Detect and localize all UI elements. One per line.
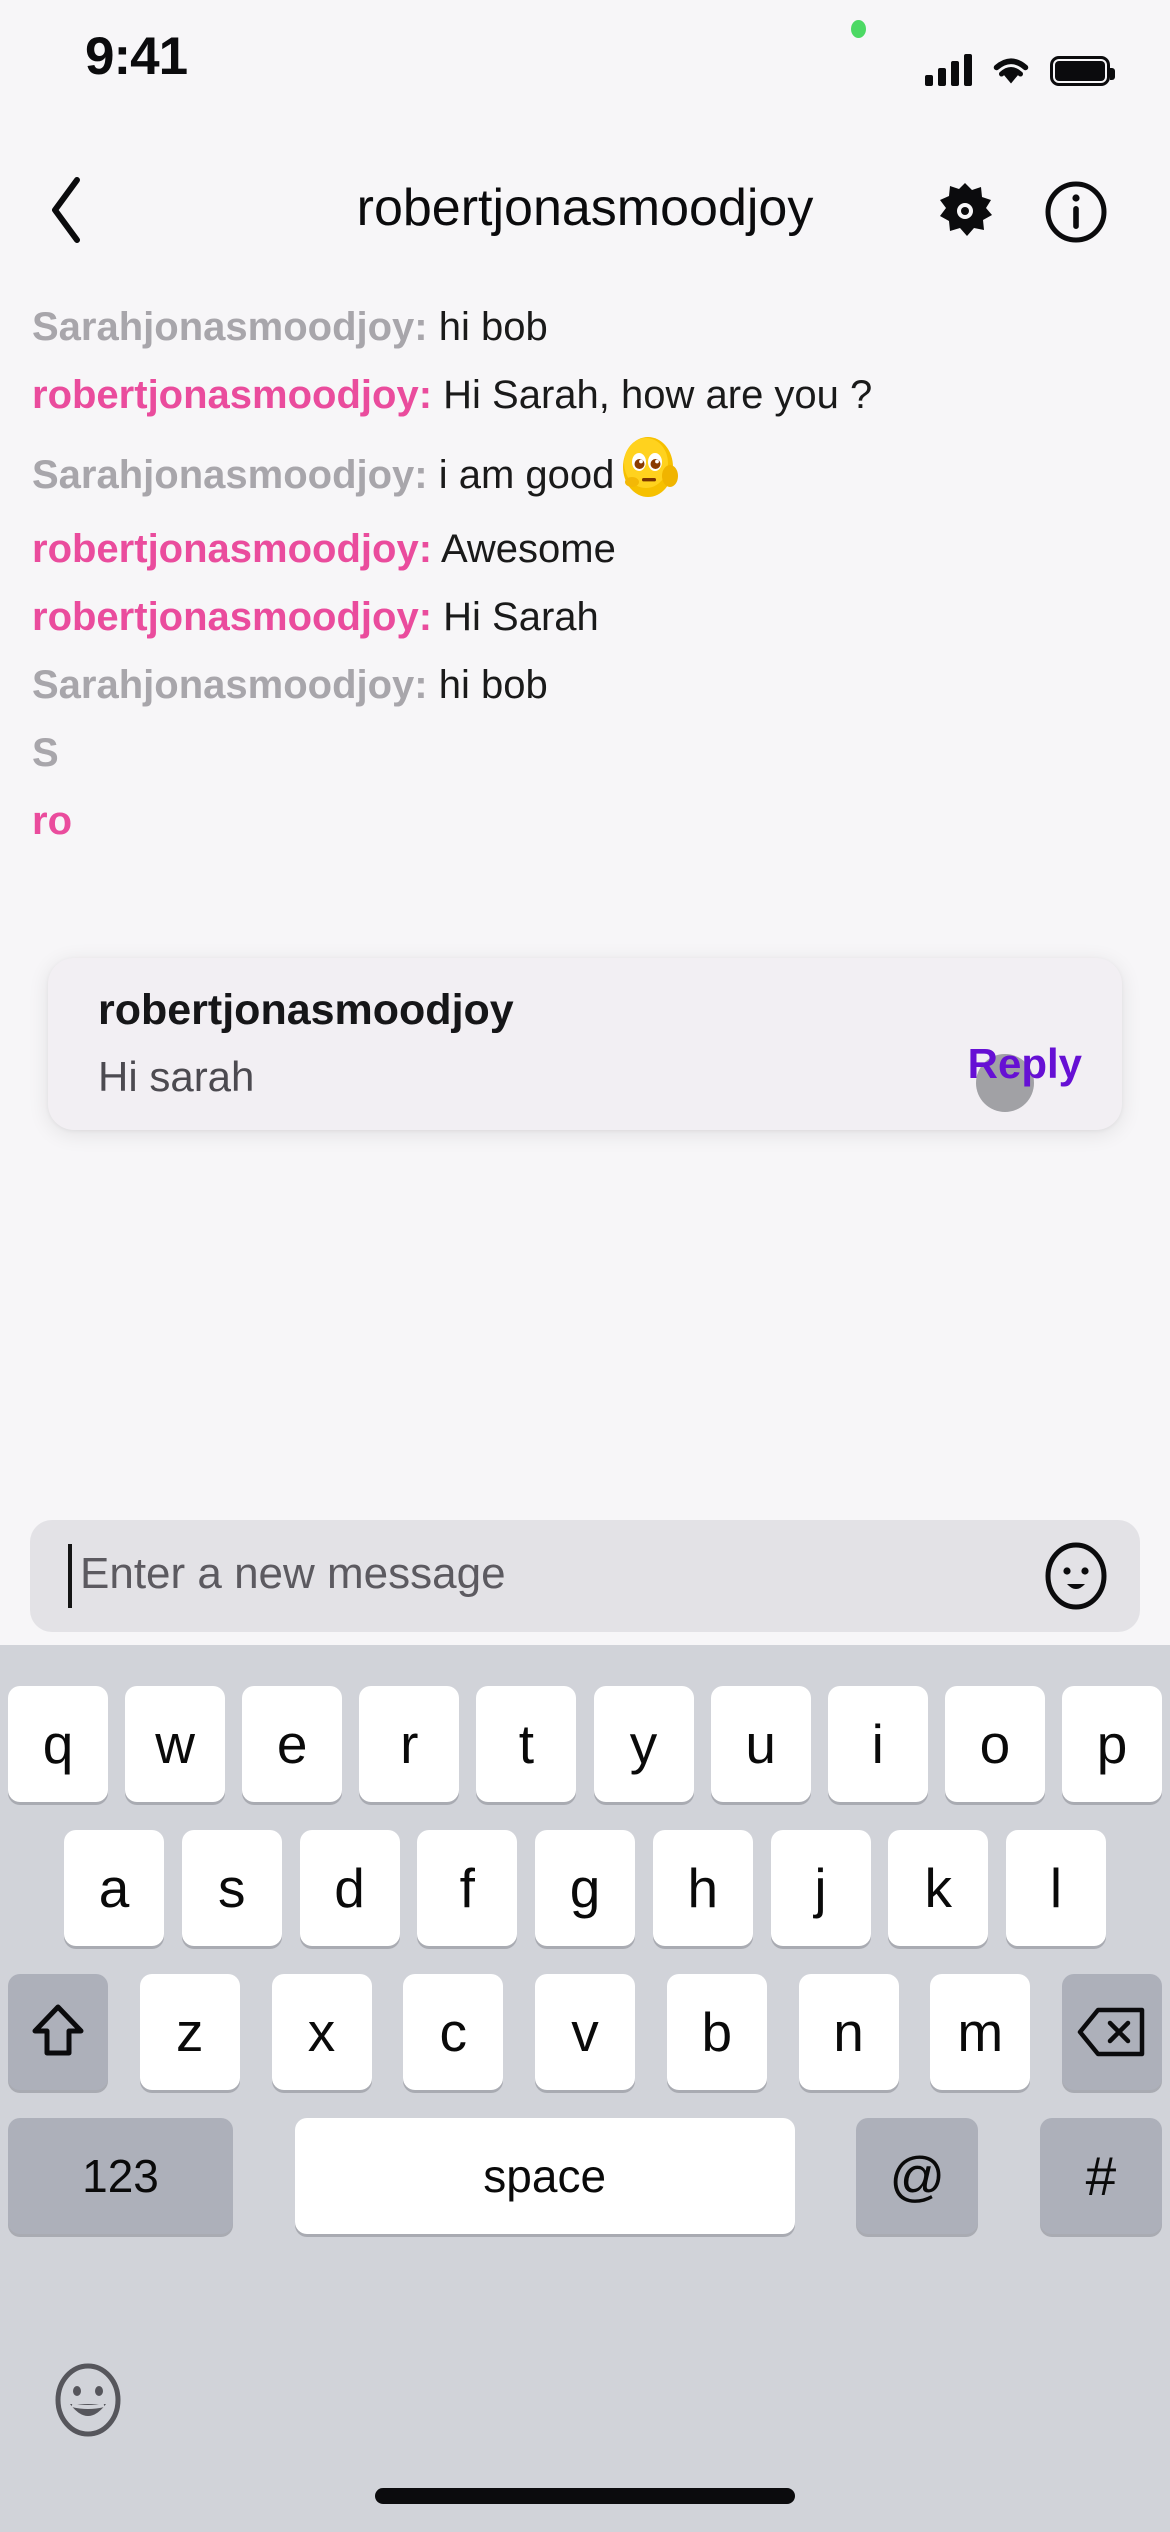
key-y[interactable]: y bbox=[593, 1686, 694, 1802]
notification-card[interactable]: robertjonasmoodjoy Hi sarah Reply bbox=[48, 958, 1122, 1130]
shift-key[interactable] bbox=[8, 1974, 108, 2090]
key-l[interactable]: l bbox=[1006, 1830, 1106, 1946]
message-input-placeholder: Enter a new message bbox=[80, 1549, 506, 1598]
key-i[interactable]: i bbox=[827, 1686, 928, 1802]
navigation-bar: robertjonasmoodjoy bbox=[0, 150, 1170, 270]
keyboard-row-3: z x c v b n m bbox=[0, 1974, 1170, 2090]
message-row[interactable]: Sarahjonasmoodjoy: hi bob bbox=[32, 304, 1138, 350]
hash-key[interactable]: # bbox=[1039, 2118, 1162, 2234]
key-g[interactable]: g bbox=[535, 1830, 635, 1946]
key-s[interactable]: s bbox=[181, 1830, 282, 1946]
smiling-face-emoji bbox=[622, 436, 679, 498]
key-w[interactable]: w bbox=[125, 1686, 226, 1802]
message-row-occluded[interactable]: ro bbox=[32, 798, 1138, 844]
keyboard-row-1: q w e r t y u i o p bbox=[0, 1686, 1170, 1802]
key-x[interactable]: x bbox=[271, 1974, 372, 2090]
at-key[interactable]: @ bbox=[856, 2118, 979, 2234]
key-u[interactable]: u bbox=[710, 1686, 811, 1802]
info-button[interactable] bbox=[1045, 181, 1107, 243]
message-sender: ro bbox=[32, 799, 72, 843]
message-row[interactable]: robertjonasmoodjoy: Hi Sarah bbox=[32, 594, 1138, 640]
message-sender: Sarahjonasmoodjoy: bbox=[32, 453, 428, 497]
key-m[interactable]: m bbox=[930, 1974, 1031, 2090]
backspace-icon bbox=[1077, 2007, 1145, 2057]
cellular-signal-icon bbox=[925, 54, 972, 86]
message-sender: S bbox=[32, 731, 59, 775]
on-screen-keyboard[interactable]: q w e r t y u i o p a s d f g h j k l z … bbox=[0, 1645, 1170, 2532]
shift-arrow-icon bbox=[32, 2004, 84, 2056]
message-input-bar[interactable]: Enter a new message bbox=[30, 1520, 1140, 1632]
status-bar-time: 9:41 bbox=[85, 27, 188, 86]
message-sender: robertjonasmoodjoy: bbox=[32, 373, 433, 417]
reply-button[interactable]: Reply bbox=[968, 1040, 1082, 1088]
message-text: Hi Sarah, how are you ? bbox=[443, 373, 873, 417]
backspace-key[interactable] bbox=[1062, 1974, 1162, 2090]
message-row[interactable]: robertjonasmoodjoy: Hi Sarah, how are yo… bbox=[32, 372, 1138, 418]
emoji-picker-button[interactable] bbox=[1042, 1542, 1110, 1610]
notification-body: Hi sarah bbox=[98, 1053, 255, 1100]
key-h[interactable]: h bbox=[652, 1830, 753, 1946]
key-e[interactable]: e bbox=[242, 1686, 343, 1802]
key-k[interactable]: k bbox=[888, 1830, 989, 1946]
numbers-key[interactable]: 123 bbox=[8, 2118, 233, 2234]
text-cursor bbox=[68, 1544, 72, 1608]
key-c[interactable]: c bbox=[403, 1974, 504, 2090]
status-bar-icons bbox=[925, 46, 1115, 86]
wifi-icon bbox=[990, 54, 1032, 86]
phone-screen: 9:41 robertjonasmoodjoy Sarahjonasmoodjo… bbox=[0, 0, 1170, 2532]
key-n[interactable]: n bbox=[798, 1974, 899, 2090]
message-row[interactable]: Sarahjonasmoodjoy: hi bob bbox=[32, 662, 1138, 708]
message-list[interactable]: Sarahjonasmoodjoy: hi bob robertjonasmoo… bbox=[0, 290, 1170, 1490]
message-text: hi bob bbox=[438, 305, 548, 349]
message-text: Awesome bbox=[440, 527, 616, 571]
key-r[interactable]: r bbox=[359, 1686, 460, 1802]
key-v[interactable]: v bbox=[535, 1974, 635, 2090]
message-sender: Sarahjonasmoodjoy: bbox=[32, 305, 428, 349]
message-sender: Sarahjonasmoodjoy: bbox=[32, 663, 428, 707]
message-row[interactable]: robertjonasmoodjoy: Awesome bbox=[32, 526, 1138, 572]
key-z[interactable]: z bbox=[139, 1974, 240, 2090]
key-q[interactable]: q bbox=[8, 1686, 108, 1802]
key-a[interactable]: a bbox=[64, 1830, 164, 1946]
key-o[interactable]: o bbox=[944, 1686, 1045, 1802]
key-b[interactable]: b bbox=[666, 1974, 767, 2090]
battery-icon bbox=[1050, 56, 1115, 86]
key-t[interactable]: t bbox=[476, 1686, 577, 1802]
emoji-keyboard-button[interactable] bbox=[48, 2360, 128, 2440]
recording-indicator-dot bbox=[851, 20, 866, 38]
smiley-face-icon bbox=[1045, 1542, 1107, 1610]
settings-button[interactable] bbox=[934, 181, 996, 243]
info-circle-icon bbox=[1045, 181, 1107, 243]
keyboard-row-4: 123 space @ # bbox=[0, 2118, 1170, 2234]
message-text: i am good bbox=[438, 453, 615, 497]
message-sender: robertjonasmoodjoy: bbox=[32, 595, 433, 639]
space-key[interactable]: space bbox=[294, 2118, 795, 2234]
message-sender: robertjonasmoodjoy: bbox=[32, 527, 433, 571]
keyboard-row-2: a s d f g h j k l bbox=[0, 1830, 1170, 1946]
message-row[interactable]: Sarahjonasmoodjoy: i am good bbox=[32, 437, 1138, 502]
key-f[interactable]: f bbox=[417, 1830, 518, 1946]
emoji-smiley-icon bbox=[55, 2363, 121, 2437]
key-d[interactable]: d bbox=[299, 1830, 400, 1946]
home-indicator-bar bbox=[375, 2488, 795, 2504]
status-bar: 9:41 bbox=[0, 0, 1170, 150]
key-p[interactable]: p bbox=[1061, 1686, 1162, 1802]
message-row-occluded[interactable]: S bbox=[32, 730, 1138, 776]
message-text: Hi Sarah bbox=[443, 595, 599, 639]
notification-title: robertjonasmoodjoy bbox=[98, 986, 514, 1034]
gear-icon bbox=[940, 183, 992, 236]
key-j[interactable]: j bbox=[770, 1830, 871, 1946]
message-text: hi bob bbox=[438, 663, 548, 707]
